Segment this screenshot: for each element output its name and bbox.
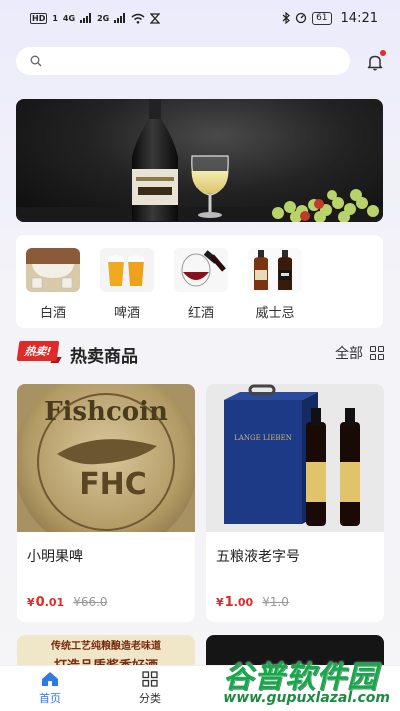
price-row: ¥1.00 ¥1.0 — [216, 595, 289, 610]
search-row — [16, 46, 388, 76]
category-label: 啤酒 — [113, 306, 140, 321]
product-card[interactable]: Fishcoin FHC 小明果啤 ¥0.01 ¥66.0 — [17, 384, 195, 622]
category-icon — [142, 671, 158, 687]
status-time: 14:21 — [340, 10, 378, 26]
category-label: 白酒 — [39, 306, 66, 321]
section-title: 热卖商品 — [70, 347, 138, 367]
search-icon — [30, 55, 42, 67]
beer-image — [100, 248, 154, 292]
category-label: 红酒 — [187, 306, 214, 321]
notification-button[interactable] — [366, 50, 386, 71]
category-label: 威士忌 — [255, 306, 295, 321]
promo-banner[interactable] — [16, 99, 383, 222]
hot-badge: 热卖! — [16, 341, 60, 361]
peek-line-1: 传统工艺纯粮酿造老味道 — [51, 641, 161, 652]
sim-indicator: 1 — [52, 13, 58, 23]
category-whisky[interactable]: 威士忌 — [248, 248, 302, 321]
tab-label: 分类 — [139, 692, 161, 705]
category-beer[interactable]: 啤酒 — [100, 248, 154, 321]
banner-wine-image — [16, 99, 383, 222]
product-image: Fishcoin FHC — [17, 384, 195, 532]
view-all-label: 全部 — [335, 346, 363, 362]
status-right: 61 14:21 — [282, 11, 378, 26]
red-wine-image — [174, 248, 228, 292]
category-red-wine[interactable]: 红酒 — [174, 248, 228, 321]
hd-indicator: HD — [30, 12, 48, 24]
original-price: ¥66.0 — [73, 595, 108, 609]
coin-mark-text: FHC — [79, 467, 147, 502]
current-price: ¥1.00 — [216, 595, 254, 610]
battery-indicator: 61 — [312, 11, 332, 25]
wifi-icon — [131, 13, 145, 24]
coin-brand-text: Fishcoin — [44, 397, 168, 427]
product-image: LANGE LIEBEN — [206, 384, 384, 532]
category-card: 白酒 啤酒 红酒 威士忌 — [16, 235, 383, 328]
hot-section-header: 热卖! 热卖商品 全部 — [16, 339, 384, 367]
product-name: 五粮液老字号 — [216, 549, 300, 565]
signal-4g: 4G — [62, 13, 76, 23]
product-card[interactable]: LANGE LIEBEN 五粮液老字号 ¥1.00 ¥1.0 — [206, 384, 384, 622]
status-bar: HD 1 4G 2G 61 14:21 — [0, 0, 400, 36]
product-name: 小明果啤 — [27, 549, 83, 565]
tab-home[interactable]: 首页 — [0, 666, 100, 711]
status-left: HD 1 4G 2G — [30, 12, 161, 24]
tab-bar: 首页 分类 — [0, 665, 400, 711]
tab-label: 首页 — [39, 692, 61, 705]
whisky-image — [248, 248, 302, 292]
hourglass-icon — [150, 12, 161, 24]
vibrate-icon — [295, 12, 307, 24]
home-icon — [42, 672, 58, 686]
notification-dot — [380, 50, 386, 56]
current-price: ¥0.01 — [27, 595, 65, 610]
baijiu-image — [26, 248, 80, 292]
search-input[interactable] — [48, 54, 350, 68]
grid-icon — [370, 346, 384, 360]
signal-icon-2 — [114, 13, 126, 23]
original-price: ¥1.0 — [262, 595, 289, 609]
bluetooth-icon — [282, 12, 290, 24]
search-box[interactable] — [16, 47, 350, 75]
box-brand-text: LANGE LIEBEN — [234, 434, 292, 442]
view-all-button[interactable]: 全部 — [335, 343, 384, 363]
category-baijiu[interactable]: 白酒 — [26, 248, 80, 321]
signal-icon — [80, 13, 92, 23]
price-row: ¥0.01 ¥66.0 — [27, 595, 108, 610]
tab-category[interactable]: 分类 — [100, 666, 200, 711]
signal-2g: 2G — [97, 13, 110, 23]
